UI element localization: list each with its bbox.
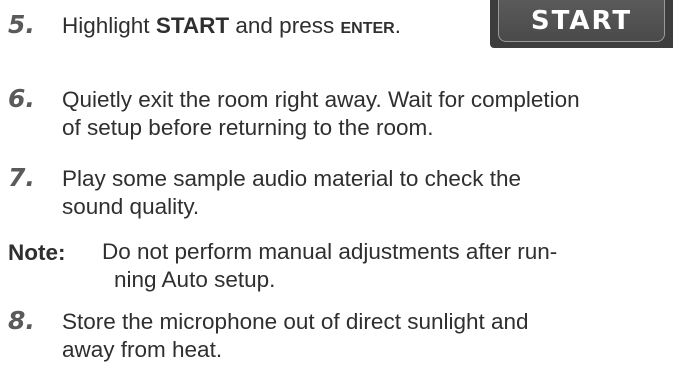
step-text-line: Play some sample audio material to check… xyxy=(62,166,521,191)
step-number: 5. xyxy=(8,10,35,39)
start-button[interactable]: START xyxy=(490,0,673,48)
note-text-line: ning Auto setup. xyxy=(114,267,276,292)
step-text-start: START xyxy=(155,13,230,38)
step-text-part: . xyxy=(394,13,401,38)
step-text-line: of setup before returning to the room. xyxy=(62,115,434,140)
step-number: 7. xyxy=(8,163,35,192)
start-button-label: START xyxy=(498,0,665,42)
step-text: Highlight START and press ENTER. xyxy=(62,12,401,43)
step-number: 6. xyxy=(8,84,35,113)
step-text-line: sound quality. xyxy=(62,194,200,219)
step-text-line: away from heat. xyxy=(62,337,223,362)
step-text-line: Store the microphone out of direct sunli… xyxy=(62,309,529,334)
step-number: 8. xyxy=(8,306,35,335)
note-label: Note: xyxy=(8,240,66,265)
note-text-line: Do not perform manual adjustments after … xyxy=(102,239,558,264)
step-text-enter: ENTER xyxy=(340,20,395,37)
step-text-part: Highlight xyxy=(62,13,156,38)
step-text-part: and press xyxy=(229,13,341,38)
step-text-line: Quietly exit the room right away. Wait f… xyxy=(62,87,580,112)
